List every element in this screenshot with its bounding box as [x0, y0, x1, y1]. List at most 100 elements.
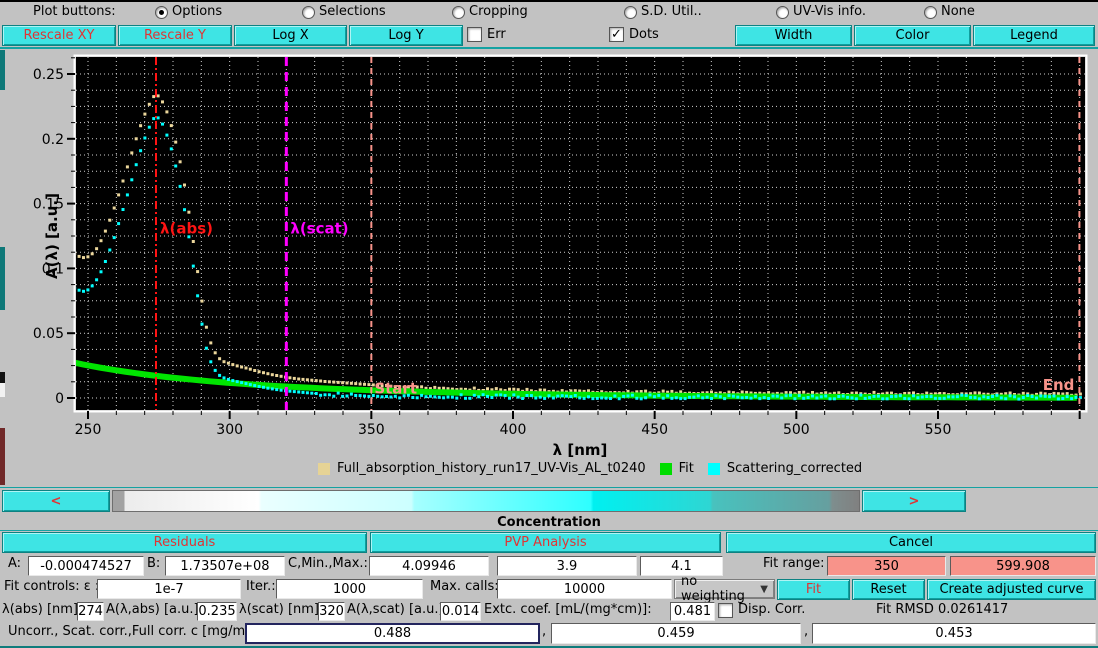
a-abs-field[interactable]: 0.235	[197, 602, 237, 621]
iter-label: Iter.:	[246, 579, 276, 594]
spectrum-plot[interactable]: 25030035040045050055000.050.10.150.20.25…	[0, 48, 1098, 460]
svg-text:300: 300	[216, 422, 243, 438]
svg-text:End: End	[1043, 376, 1075, 394]
a-label: A:	[8, 556, 21, 571]
radio-cropping[interactable]	[452, 6, 465, 19]
b-label: B:	[147, 556, 160, 571]
radio-selections-label[interactable]: Selections	[319, 4, 386, 19]
dots-checkbox[interactable]: ✓	[609, 27, 624, 42]
dots-checkbox-label[interactable]: Dots	[629, 27, 659, 42]
create-adjusted-curve-button[interactable]: Create adjusted curve	[927, 579, 1096, 600]
radio-options-label[interactable]: Options	[172, 4, 222, 19]
rescale-y-button[interactable]: Rescale Y	[118, 25, 232, 46]
plot-legend: Full_absorption_history_run17_UV-Vis_AL_…	[318, 461, 876, 476]
disp-corr-checkbox[interactable]	[718, 603, 733, 618]
plot-buttons-label: Plot buttons:	[33, 4, 116, 19]
b-value-field[interactable]: 1.73507e+08	[165, 556, 285, 576]
svg-text:350: 350	[358, 422, 385, 438]
extc-coef-label: Extc. coef. [mL/(mg*cm)]:	[484, 602, 652, 617]
radio-selections[interactable]	[302, 6, 315, 19]
legend-item: Scattering_corrected	[708, 461, 862, 476]
radio-cropping-label[interactable]: Cropping	[469, 4, 528, 19]
absorption-series-swatch	[318, 463, 330, 475]
fit-range-end-field[interactable]: 599.908	[950, 556, 1096, 576]
a-value-field[interactable]: -0.000474527	[28, 556, 144, 576]
lambda-scat-field[interactable]: 320	[318, 602, 345, 621]
svg-text:500: 500	[783, 422, 810, 438]
color-button[interactable]: Color	[854, 25, 971, 46]
legend-item: Fit	[660, 461, 694, 476]
iter-field[interactable]: 1000	[276, 579, 423, 599]
fit-series-label: Fit	[679, 461, 694, 476]
fit-rmsd-text: Fit RMSD 0.0261417	[876, 602, 1008, 617]
concentration-divider	[0, 530, 1098, 531]
svg-text:400: 400	[500, 422, 527, 438]
lambda-scat-label: λ(scat) [nm]:	[239, 602, 323, 617]
width-button[interactable]: Width	[735, 25, 852, 46]
svg-text:0.25: 0.25	[33, 67, 64, 83]
scroll-left-button[interactable]: <	[2, 490, 110, 512]
fit-range-start-field[interactable]: 350	[827, 556, 946, 576]
err-checkbox-label[interactable]: Err	[487, 27, 506, 42]
legend-button[interactable]: Legend	[973, 25, 1095, 46]
concentration-header: Concentration	[0, 515, 1098, 530]
chevron-down-icon: ▼	[760, 584, 768, 595]
a-abs-label: A(λ,abs) [a.u.]:	[106, 602, 203, 617]
lambda-abs-label: λ(abs) [nm]:	[2, 602, 82, 617]
extc-coef-field[interactable]: 0.481	[670, 602, 715, 621]
log-y-button[interactable]: Log Y	[349, 25, 463, 46]
radio-uvvis-info-label[interactable]: UV-Vis info.	[793, 4, 866, 19]
svg-text:Start: Start	[374, 379, 417, 397]
reset-button[interactable]: Reset	[852, 579, 925, 600]
window-top-edge	[0, 0, 1098, 2]
log-x-button[interactable]: Log X	[234, 25, 347, 46]
c-full-corrected-field[interactable]: 0.453	[812, 623, 1096, 644]
c-max-field[interactable]: 4.1	[640, 556, 723, 576]
radio-options[interactable]	[155, 6, 168, 19]
cminmax-label: C,Min.,Max.:	[288, 556, 368, 571]
lambda-abs-field[interactable]: 274	[77, 602, 104, 621]
svg-text:0.05: 0.05	[33, 326, 64, 342]
cancel-button[interactable]: Cancel	[726, 532, 1096, 553]
concentration-results-label: Uncorr., Scat. corr.,Full corr. c [mg/mL…	[8, 624, 262, 639]
fit-controls-label: Fit controls: ε :	[4, 579, 99, 594]
scroll-right-button[interactable]: >	[862, 490, 966, 512]
c-uncorrected-field[interactable]: 0.488	[245, 623, 540, 644]
fit-button[interactable]: Fit	[777, 579, 850, 600]
radio-none[interactable]	[924, 6, 937, 19]
svg-text:0: 0	[55, 391, 64, 407]
svg-text:λ(scat): λ(scat)	[290, 219, 348, 237]
spectra-timeline-gradient[interactable]	[112, 490, 860, 512]
err-checkbox[interactable]	[467, 27, 482, 42]
svg-text:λ [nm]: λ [nm]	[553, 441, 608, 459]
svg-text:450: 450	[641, 422, 668, 438]
fit-series-swatch	[660, 463, 672, 475]
pvp-analysis-button[interactable]: PVP Analysis	[370, 532, 721, 553]
c-value-field[interactable]: 4.09946	[369, 556, 489, 576]
max-calls-label: Max. calls:	[430, 579, 499, 594]
a-scat-field[interactable]: 0.014	[440, 602, 481, 621]
radio-none-label[interactable]: None	[941, 4, 975, 19]
radio-uvvis-info[interactable]	[776, 6, 789, 19]
epsilon-field[interactable]: 1e-7	[97, 579, 241, 599]
disp-corr-label[interactable]: Disp. Corr.	[738, 602, 805, 617]
c-min-field[interactable]: 3.9	[497, 556, 637, 576]
c-scat-corrected-field[interactable]: 0.459	[551, 623, 801, 644]
svg-text:0.2: 0.2	[42, 132, 64, 148]
weighting-value: no weighting	[681, 574, 760, 604]
max-calls-field[interactable]: 10000	[497, 579, 672, 599]
scroll-divider	[0, 487, 1098, 488]
fit-range-label: Fit range:	[763, 556, 825, 571]
svg-text:550: 550	[925, 422, 952, 438]
scattering-series-label: Scattering_corrected	[727, 461, 862, 476]
rescale-xy-button[interactable]: Rescale XY	[2, 25, 116, 46]
comma-separator: ,	[804, 624, 808, 639]
residuals-button[interactable]: Residuals	[2, 532, 367, 553]
svg-text:250: 250	[75, 422, 102, 438]
a-scat-label: A(λ,scat) [a.u.]:	[347, 602, 448, 617]
legend-item: Full_absorption_history_run17_UV-Vis_AL_…	[318, 461, 646, 476]
radio-sd-util[interactable]	[624, 6, 637, 19]
weighting-dropdown[interactable]: no weighting ▼	[674, 579, 775, 599]
svg-text:λ(abs): λ(abs)	[160, 219, 213, 237]
radio-sd-util-label[interactable]: S.D. Util..	[641, 4, 702, 19]
